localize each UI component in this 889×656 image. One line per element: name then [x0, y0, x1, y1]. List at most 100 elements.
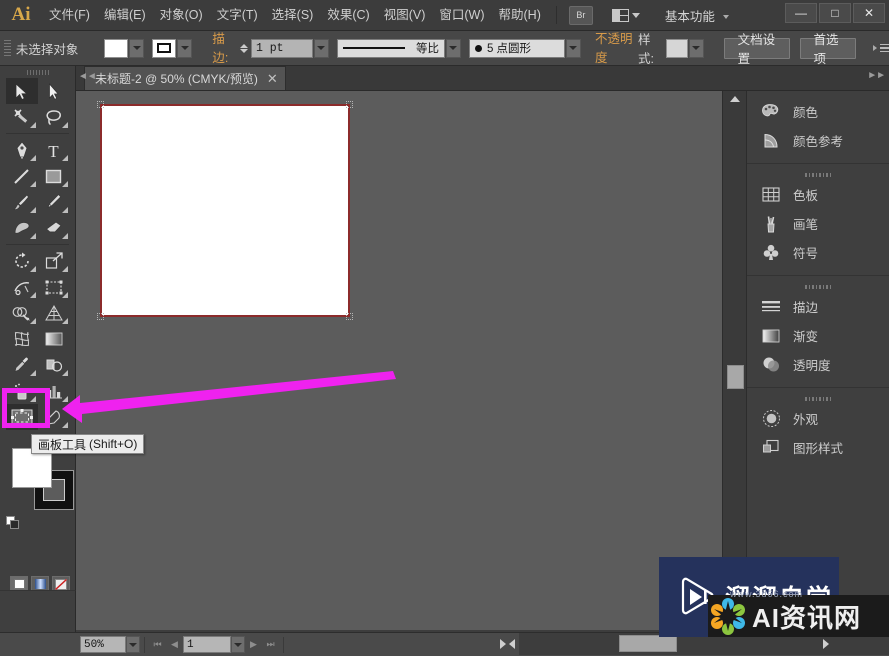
workspace-chevron-down-icon[interactable]: [722, 15, 729, 19]
scroll-right-button[interactable]: [500, 639, 506, 649]
menu-help[interactable]: 帮助(H): [492, 0, 548, 31]
stroke-weight-control[interactable]: 1 pt: [239, 38, 329, 58]
close-button[interactable]: ✕: [853, 3, 885, 23]
slice-tool[interactable]: [38, 404, 70, 430]
style-swatch[interactable]: [665, 38, 688, 58]
bridge-icon[interactable]: Br: [568, 5, 593, 25]
stroke-color-control[interactable]: [152, 38, 193, 58]
brush-dropdown-button[interactable]: [565, 38, 581, 58]
panel-gradient[interactable]: 渐变: [747, 321, 889, 350]
brush-field[interactable]: 5 点圆形: [468, 38, 565, 58]
zoom-level-input[interactable]: 50%: [80, 636, 126, 653]
panel-graphic-styles[interactable]: 图形样式: [747, 433, 889, 462]
document-setup-button[interactable]: 文档设置: [723, 33, 790, 66]
scroll-left-button[interactable]: [509, 639, 515, 649]
free-transform-tool[interactable]: [38, 274, 70, 300]
panel-color-guide[interactable]: 颜色参考: [747, 126, 889, 155]
line-segment-tool[interactable]: [6, 163, 38, 189]
blob-brush-tool[interactable]: [6, 215, 38, 241]
panel-appearance[interactable]: 外观: [747, 404, 889, 433]
minimize-button[interactable]: —: [785, 3, 817, 23]
previous-artboard-button[interactable]: ◀: [166, 636, 183, 653]
menu-type[interactable]: 文字(T): [210, 0, 265, 31]
panel-stroke[interactable]: 描边: [747, 292, 889, 321]
zoom-dropdown-button[interactable]: [126, 636, 140, 653]
last-artboard-button[interactable]: ⏭: [262, 636, 279, 653]
width-tool[interactable]: [6, 274, 38, 300]
style-control[interactable]: [665, 38, 704, 58]
fill-color-swatch[interactable]: [12, 448, 52, 488]
artboard-dropdown-button[interactable]: [231, 636, 245, 653]
tab-scroll-right-icon[interactable]: ►►: [867, 70, 886, 81]
arrange-documents-button[interactable]: [609, 7, 643, 24]
control-bar-menu-icon[interactable]: [872, 43, 889, 53]
scroll-up-button[interactable]: [723, 91, 747, 107]
menu-view[interactable]: 视图(V): [377, 0, 433, 31]
shape-builder-tool[interactable]: [6, 300, 38, 326]
eyedropper-tool[interactable]: [6, 352, 38, 378]
rotate-tool[interactable]: [6, 248, 38, 274]
fill-dropdown-button[interactable]: [129, 38, 145, 58]
horizontal-scrollbar-thumb[interactable]: [619, 635, 677, 652]
document-tab[interactable]: 未标题-2 @ 50% (CMYK/预览) ✕: [84, 66, 286, 90]
scale-tool[interactable]: [38, 248, 70, 274]
perspective-grid-tool[interactable]: [38, 300, 70, 326]
preferences-button[interactable]: 首选项: [799, 33, 857, 66]
vertical-scrollbar[interactable]: [722, 91, 746, 630]
menu-window[interactable]: 窗口(W): [432, 0, 491, 31]
fill-swatch[interactable]: [104, 38, 129, 58]
panel-group-grip[interactable]: [747, 394, 889, 404]
tab-scroll-left-icon[interactable]: ◄◄: [78, 71, 97, 82]
stroke-dropdown-button[interactable]: [177, 38, 193, 58]
opacity-label[interactable]: 不透明度: [594, 28, 633, 68]
menu-file[interactable]: 文件(F): [42, 0, 97, 31]
gradient-tool[interactable]: [38, 326, 70, 352]
triangle-right-icon[interactable]: [823, 639, 829, 649]
magic-wand-tool[interactable]: [6, 104, 38, 130]
tools-panel-grip[interactable]: [0, 66, 75, 78]
type-tool[interactable]: T: [38, 137, 70, 163]
eraser-tool[interactable]: [38, 215, 70, 241]
artboard-tool[interactable]: [5, 404, 38, 430]
fill-color-control[interactable]: [104, 38, 145, 58]
stroke-profile-control[interactable]: 等比: [336, 38, 461, 58]
menu-effect[interactable]: 效果(C): [320, 0, 376, 31]
panel-symbols[interactable]: 符号: [747, 238, 889, 267]
panel-transparency[interactable]: 透明度: [747, 350, 889, 379]
menu-object[interactable]: 对象(O): [153, 0, 210, 31]
stroke-weight-stepper[interactable]: [239, 39, 250, 58]
maximize-button[interactable]: □: [819, 3, 851, 23]
stroke-weight-dropdown-button[interactable]: [313, 38, 329, 58]
panel-group-grip[interactable]: [747, 282, 889, 292]
style-dropdown-button[interactable]: [688, 38, 704, 58]
control-bar-grip[interactable]: [4, 37, 11, 59]
artboard[interactable]: [97, 101, 353, 320]
next-artboard-button[interactable]: ▶: [245, 636, 262, 653]
artboard-number-input[interactable]: 1: [183, 636, 231, 653]
pen-tool[interactable]: [6, 137, 38, 163]
blend-tool[interactable]: [38, 352, 70, 378]
close-icon[interactable]: ✕: [267, 72, 278, 85]
panel-brushes[interactable]: 画笔: [747, 209, 889, 238]
stroke-weight-input[interactable]: 1 pt: [250, 38, 313, 58]
first-artboard-button[interactable]: ⏮: [149, 636, 166, 653]
direct-selection-tool[interactable]: [38, 78, 70, 104]
column-graph-tool[interactable]: [38, 378, 70, 404]
workspace-switcher[interactable]: 基本功能: [665, 6, 715, 25]
lasso-tool[interactable]: [38, 104, 70, 130]
symbol-sprayer-tool[interactable]: [6, 378, 38, 404]
stroke-profile-field[interactable]: 等比: [336, 38, 445, 58]
selection-tool[interactable]: [5, 78, 38, 104]
menu-edit[interactable]: 编辑(E): [97, 0, 153, 31]
panel-swatches[interactable]: 色板: [747, 180, 889, 209]
brush-definition-control[interactable]: 5 点圆形: [468, 38, 581, 58]
panel-color[interactable]: 颜色: [747, 97, 889, 126]
paintbrush-tool[interactable]: [6, 189, 38, 215]
default-fill-stroke-icon[interactable]: [6, 516, 20, 530]
canvas-area[interactable]: [76, 91, 722, 630]
mesh-tool[interactable]: [6, 326, 38, 352]
menu-select[interactable]: 选择(S): [265, 0, 321, 31]
stroke-profile-dropdown-button[interactable]: [445, 38, 461, 58]
pencil-tool[interactable]: [38, 189, 70, 215]
vertical-scrollbar-thumb[interactable]: [727, 365, 744, 389]
